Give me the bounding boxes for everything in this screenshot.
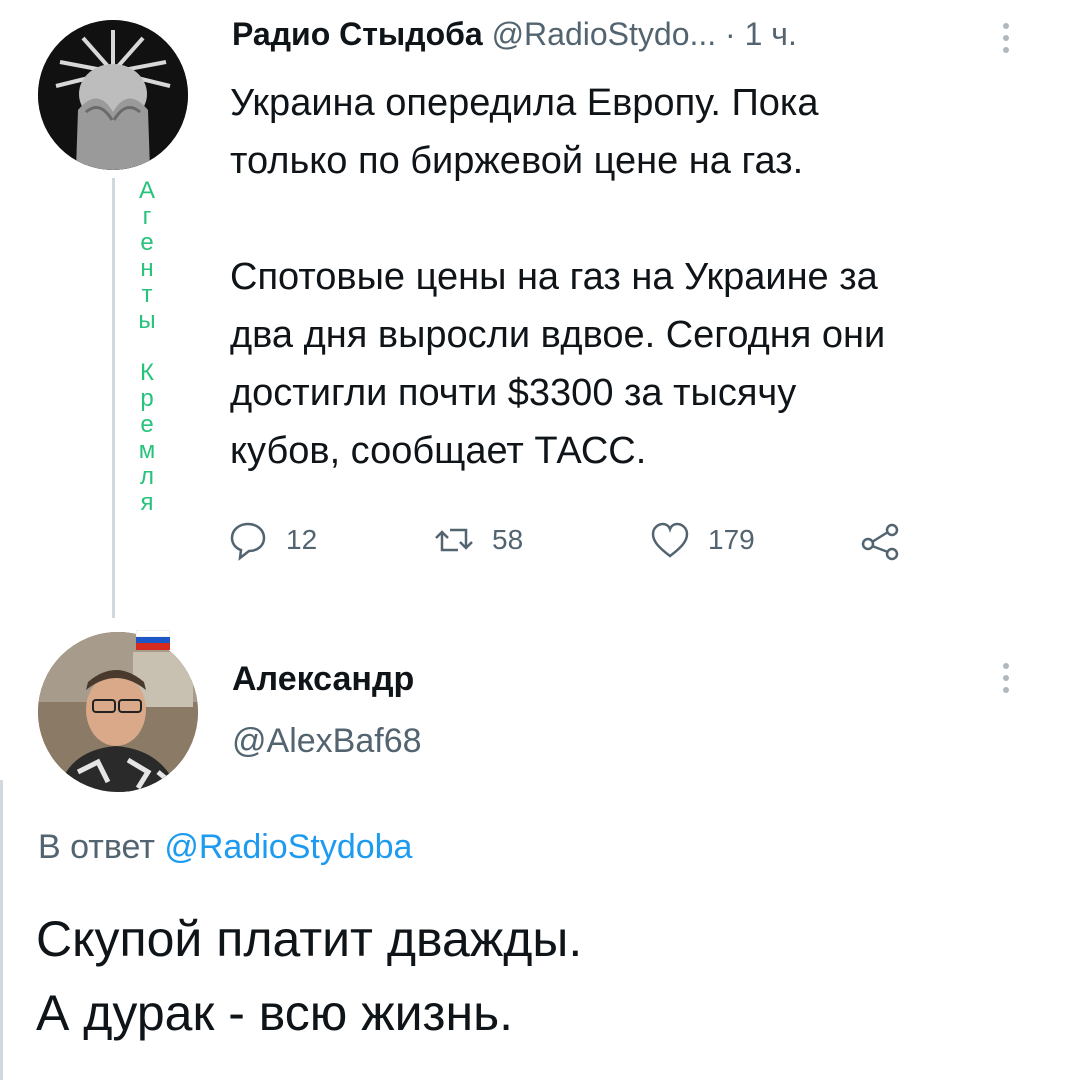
tweet-header: Радио Стыдоба @RadioStydo... · 1 ч.	[232, 16, 797, 53]
quote-border	[0, 780, 3, 1080]
share-button[interactable]	[858, 512, 902, 568]
reply-button[interactable]: 12	[226, 512, 317, 568]
side-annotation: А г е н т ы К р е м л я	[138, 177, 156, 516]
avatar[interactable]	[38, 632, 198, 792]
retweet-count: 58	[492, 524, 524, 555]
retweet-button[interactable]: 58	[432, 512, 523, 568]
heart-icon	[648, 518, 692, 562]
reply-count: 12	[286, 524, 318, 555]
handle[interactable]: @RadioStydo...	[492, 16, 717, 52]
more-options-icon[interactable]	[1000, 20, 1012, 60]
handle[interactable]: @AlexBaf68	[232, 722, 422, 761]
russian-flag-icon	[135, 629, 171, 650]
statue-facepalm-image	[38, 20, 188, 170]
retweet-icon	[432, 518, 476, 562]
tweet-text: Скупой платит дважды. А дурак - всю жизн…	[36, 911, 583, 1041]
share-icon	[858, 518, 902, 562]
tweet-text: Украина опередила Европу. Пока только по…	[230, 82, 886, 472]
like-button[interactable]: 179	[648, 512, 755, 568]
display-name[interactable]: Александр	[232, 660, 414, 699]
more-options-icon[interactable]	[1000, 660, 1012, 700]
reply-context: В ответ @RadioStydoba	[38, 828, 412, 867]
timestamp[interactable]: · 1 ч.	[725, 16, 797, 52]
thread-line	[112, 178, 115, 618]
display-name[interactable]: Радио Стыдоба	[232, 16, 483, 52]
user-photo	[38, 632, 198, 792]
avatar[interactable]	[38, 20, 188, 170]
reply-prefix: В ответ	[38, 828, 155, 866]
reply-icon	[226, 518, 270, 562]
like-count: 179	[708, 524, 755, 555]
reply-to-link[interactable]: @RadioStydoba	[164, 828, 412, 866]
